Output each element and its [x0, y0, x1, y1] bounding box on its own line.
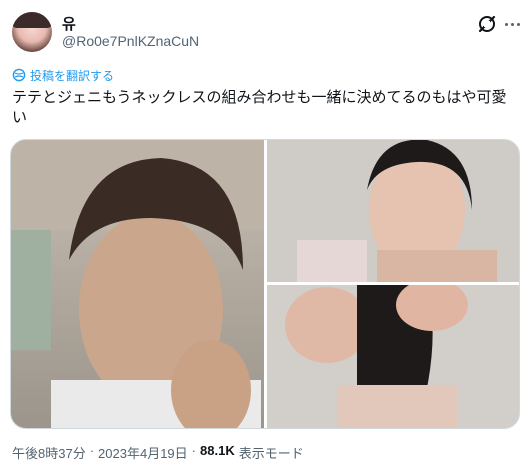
globe-icon: [12, 68, 26, 82]
photo-1[interactable]: [11, 140, 264, 428]
view-count: 88.1K: [200, 443, 235, 458]
photo-2[interactable]: [267, 140, 519, 282]
more-icon[interactable]: [500, 12, 524, 36]
avatar-hair: [12, 12, 52, 28]
tweet-text: テテとジェニもうネックレスの組み合わせも一緒に決めてるのもはや可愛い: [12, 89, 507, 126]
translate-link[interactable]: 投稿を翻訳する: [12, 67, 114, 83]
author-handle[interactable]: @Ro0e7PnlKZnaCuN: [62, 33, 199, 49]
grok-icon[interactable]: [476, 13, 498, 35]
author-name[interactable]: 유: [62, 13, 76, 34]
tweet-meta: 午後8時37分 · 2023年4月19日 · 88.1K 表示モード: [12, 443, 304, 462]
avatar[interactable]: [12, 12, 52, 52]
photo-3[interactable]: [267, 285, 519, 428]
media-grid: [10, 139, 520, 429]
meta-separator: ·: [89, 443, 95, 458]
views-label: 表示モード: [238, 446, 304, 461]
tweet-date[interactable]: 2023年4月19日: [98, 443, 188, 462]
meta-separator: ·: [191, 443, 197, 458]
translate-label[interactable]: 投稿を翻訳する: [30, 67, 114, 84]
tweet-time[interactable]: 午後8時37分: [12, 443, 86, 462]
